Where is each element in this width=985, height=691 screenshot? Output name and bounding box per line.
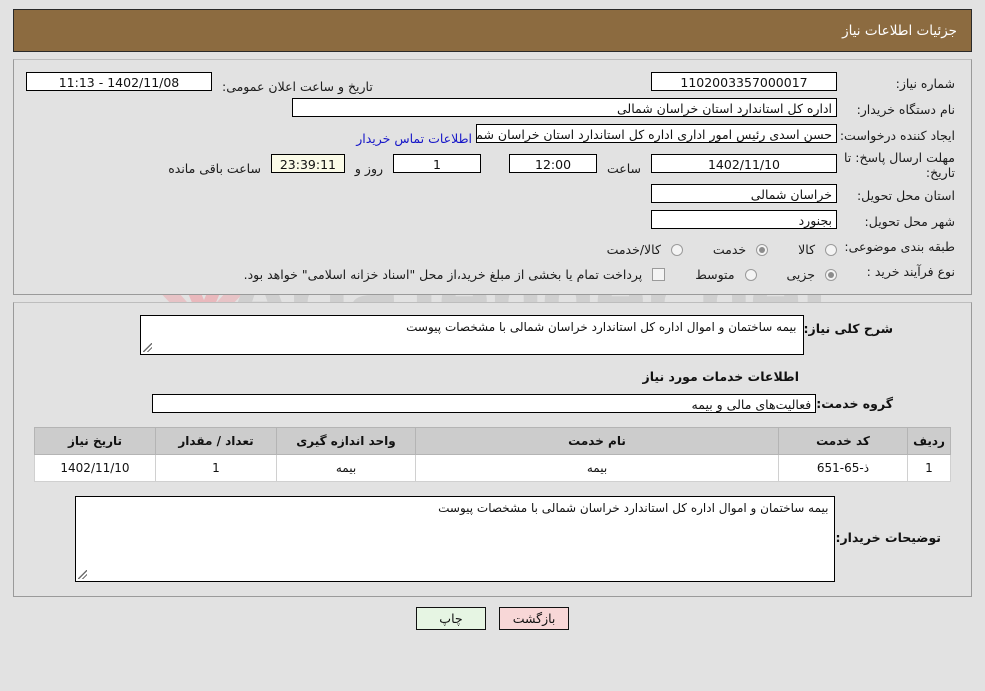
- category-cell: کالا خدمت کالا/خدمت: [26, 234, 837, 259]
- col-unit: واحد اندازه گیری: [276, 427, 416, 455]
- details-panel: شرح کلی نیاز: بیمه ساختمان و اموال اداره…: [13, 302, 972, 597]
- service-group-row: گروه خدمت: فعالیت‌های مالی و بیمه: [26, 394, 959, 413]
- category-option-khedmat-label: خدمت: [712, 242, 747, 257]
- service-group-label: گروه خدمت:: [816, 396, 893, 411]
- row-creator: ایجاد کننده درخواست: حسن اسدی رئیس امور …: [26, 122, 959, 148]
- city-label: شهر محل تحویل:: [864, 213, 955, 229]
- cell-unit: بیمه: [276, 454, 416, 482]
- cell-date: 1402/11/10: [34, 454, 156, 482]
- category-option-kala-khedmat-label: کالا/خدمت: [606, 242, 661, 257]
- services-table-body: 1 ذ-65-651 بیمه بیمه 1 1402/11/10: [34, 454, 951, 482]
- row-need-number: شماره نیاز: 1102003357000017 تاریخ و ساع…: [26, 70, 959, 96]
- services-table: ردیف کد خدمت نام خدمت واحد اندازه گیری ت…: [34, 427, 951, 482]
- cell-name: بیمه: [415, 454, 779, 482]
- row-buyer-org: نام دستگاه خریدار: اداره کل استاندارد اس…: [26, 96, 959, 122]
- row-category: طبقه بندی موضوعی: کالا خدمت کالا/خدمت: [26, 234, 959, 259]
- services-table-wrap: ردیف کد خدمت نام خدمت واحد اندازه گیری ت…: [34, 427, 951, 482]
- footer-actions: بازگشت چاپ: [13, 607, 972, 640]
- print-button[interactable]: چاپ: [415, 607, 486, 630]
- deadline-label: مهلت ارسال پاسخ: تا تاریخ:: [844, 150, 955, 180]
- process-cell: جزیی متوسط پرداخت تمام یا بخشی از مبلغ خ…: [26, 259, 837, 284]
- buyer-contact-link[interactable]: اطلاعات تماس خریدار: [356, 131, 472, 146]
- radio-icon-kala-khedmat[interactable]: [670, 244, 683, 256]
- creator-cell: حسن اسدی رئیس امور اداری اداره کل استاند…: [26, 122, 837, 148]
- city-cell: بجنورد: [26, 208, 837, 234]
- province-cell: خراسان شمالی: [26, 182, 837, 208]
- process-option-motavaset-label: متوسط: [695, 267, 735, 282]
- need-number-label: شماره نیاز:: [895, 75, 955, 91]
- buyer-org-input[interactable]: اداره کل استاندارد استان خراسان شمالی: [292, 98, 837, 117]
- comments-row: توضیحات خریدار: بیمه ساختمان و اموال ادا…: [26, 496, 959, 582]
- category-option-kala-khedmat[interactable]: کالا/خدمت: [607, 242, 683, 257]
- hour-label: ساعت: [607, 161, 642, 176]
- radio-icon-kala[interactable]: [825, 244, 837, 256]
- deadline-cell: 1402/11/10 ساعت 12:00 1 روز و 23:39:11 س…: [26, 148, 837, 182]
- services-heading: اطلاعات خدمات مورد نیاز: [642, 369, 800, 384]
- category-option-kala-label: کالا: [798, 242, 816, 257]
- deadline-date-input[interactable]: 1402/11/10: [651, 154, 837, 173]
- announce-datetime-input[interactable]: 1402/11/08 - 11:13: [26, 72, 212, 91]
- col-date: تاریخ نیاز: [34, 427, 156, 455]
- row-city: شهر محل تحویل: بجنورد: [26, 208, 959, 234]
- col-qty: تعداد / مقدار: [155, 427, 277, 455]
- comments-label: توضیحات خریدار:: [835, 530, 941, 545]
- remaining-time-input[interactable]: 23:39:11: [270, 154, 345, 173]
- cell-code: ذ-65-651: [778, 454, 908, 482]
- city-input[interactable]: بجنورد: [651, 210, 837, 229]
- summary-label: شرح کلی نیاز:: [803, 321, 893, 336]
- row-province: استان محل تحویل: خراسان شمالی: [26, 182, 959, 208]
- category-option-khedmat[interactable]: خدمت: [712, 242, 769, 257]
- creator-input[interactable]: حسن اسدی رئیس امور اداری اداره کل استاند…: [476, 124, 837, 143]
- province-input[interactable]: خراسان شمالی: [651, 184, 837, 203]
- buyer-org-cell: اداره کل استاندارد استان خراسان شمالی: [26, 96, 837, 122]
- process-label: نوع فرآیند خرید :: [866, 264, 955, 279]
- remaining-label: ساعت باقی مانده: [168, 161, 261, 176]
- back-button[interactable]: بازگشت: [499, 607, 570, 630]
- row-deadline: مهلت ارسال پاسخ: تا تاریخ: 1402/11/10 سا…: [26, 148, 959, 182]
- radio-icon-jozee[interactable]: [825, 269, 837, 281]
- summary-textarea[interactable]: بیمه ساختمان و اموال اداره کل استاندارد …: [139, 315, 804, 355]
- deadline-hour-input[interactable]: 12:00: [509, 154, 598, 173]
- need-info-form: شماره نیاز: 1102003357000017 تاریخ و ساع…: [26, 70, 959, 284]
- summary-row: شرح کلی نیاز: بیمه ساختمان و اموال اداره…: [26, 315, 959, 355]
- province-label: استان محل تحویل:: [856, 187, 955, 203]
- page-title: جزئیات اطلاعات نیاز: [13, 9, 972, 52]
- process-option-jozee[interactable]: جزیی: [786, 267, 837, 282]
- col-name: نام خدمت: [415, 427, 779, 455]
- treasury-checkbox[interactable]: [652, 268, 666, 281]
- radio-icon-khedmat[interactable]: [756, 244, 769, 256]
- cell-qty: 1: [155, 454, 277, 482]
- remaining-days-input[interactable]: 1: [393, 154, 482, 173]
- need-info-panel: شماره نیاز: 1102003357000017 تاریخ و ساع…: [13, 59, 972, 295]
- services-table-header-row: ردیف کد خدمت نام خدمت واحد اندازه گیری ت…: [34, 427, 951, 455]
- category-option-kala[interactable]: کالا: [798, 242, 837, 257]
- cell-radif: 1: [907, 454, 951, 482]
- comments-textarea[interactable]: بیمه ساختمان و اموال اداره کل استاندارد …: [75, 496, 836, 582]
- service-group-input[interactable]: فعالیت‌های مالی و بیمه: [152, 394, 817, 413]
- services-table-head: ردیف کد خدمت نام خدمت واحد اندازه گیری ت…: [34, 427, 951, 455]
- announce-label: تاریخ و ساعت اعلان عمومی:: [221, 79, 373, 94]
- page-root: جزئیات اطلاعات نیاز شماره نیاز: 11020033…: [0, 0, 985, 640]
- need-number-input[interactable]: 1102003357000017: [651, 72, 837, 91]
- announce-cell: تاریخ و ساعت اعلان عمومی: 1402/11/08 - 1…: [26, 70, 557, 96]
- need-number-cell: 1102003357000017: [557, 70, 837, 96]
- treasury-text: پرداخت تمام یا بخشی از مبلغ خرید،از محل …: [243, 267, 643, 282]
- creator-label: ایجاد کننده درخواست:: [839, 127, 955, 143]
- days-label: روز و: [354, 161, 384, 176]
- col-code: کد خدمت: [778, 427, 908, 455]
- category-label: طبقه بندی موضوعی:: [844, 239, 955, 254]
- table-row: 1 ذ-65-651 بیمه بیمه 1 1402/11/10: [34, 454, 951, 482]
- process-option-jozee-label: جزیی: [786, 267, 816, 282]
- row-process: نوع فرآیند خرید : جزیی متوسط پرداخت تمام…: [26, 259, 959, 284]
- buyer-org-label: نام دستگاه خریدار:: [856, 101, 955, 117]
- col-radif: ردیف: [907, 427, 951, 455]
- process-option-motavaset[interactable]: متوسط: [695, 267, 757, 282]
- radio-icon-motavaset[interactable]: [744, 269, 757, 281]
